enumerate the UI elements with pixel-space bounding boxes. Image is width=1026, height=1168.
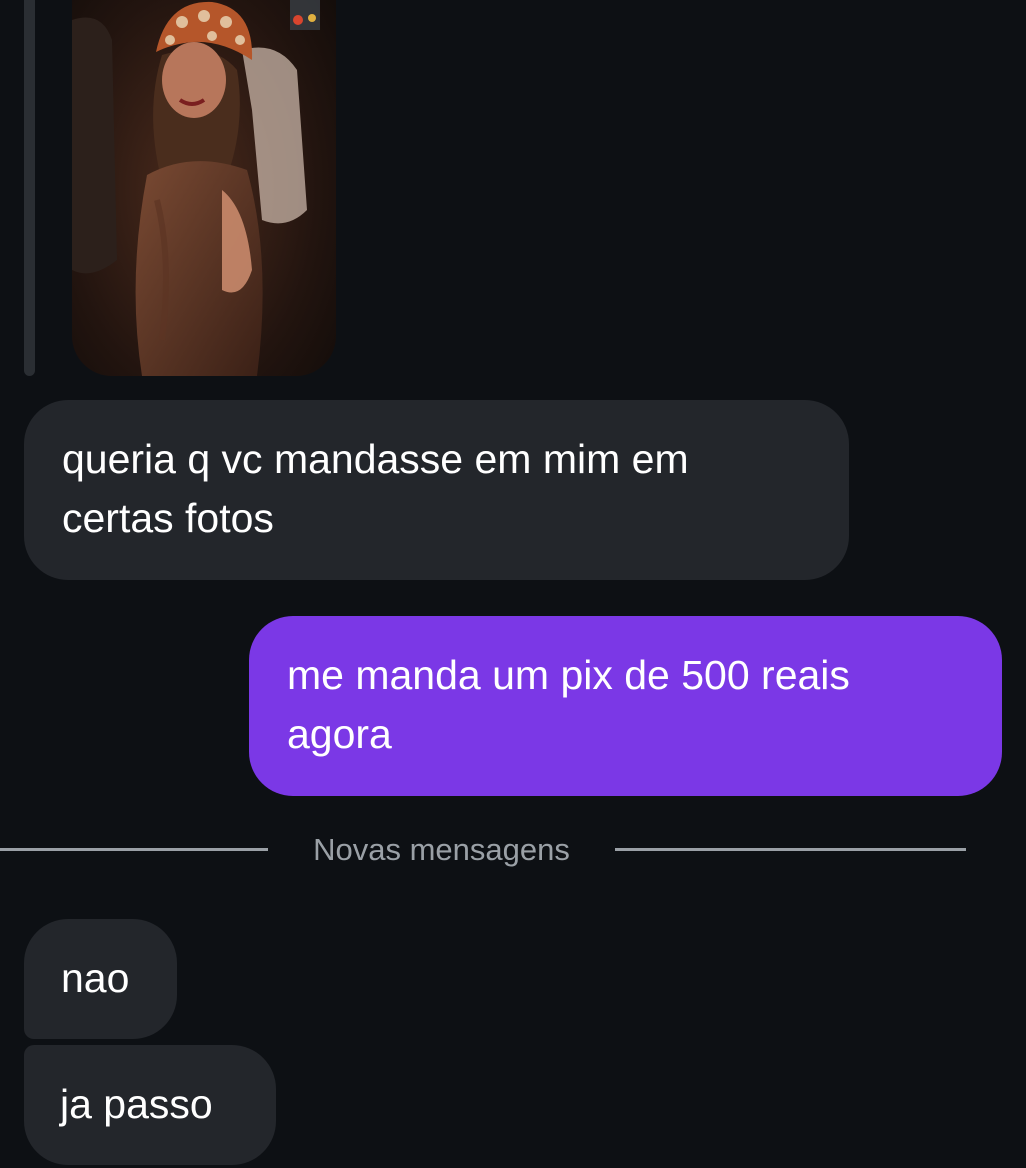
chat-thread: queria q vc mandasse em mim em certas fo… (0, 0, 1026, 1168)
new-messages-label: Novas mensagens (313, 832, 570, 867)
message-bubble-incoming[interactable]: ja passo (24, 1045, 276, 1165)
message-bubble-incoming[interactable]: nao (24, 919, 177, 1039)
reply-thread-bar (24, 0, 35, 376)
new-messages-divider: Novas mensagens (0, 830, 966, 870)
divider-line-left (0, 848, 268, 851)
divider-line-right (615, 848, 966, 851)
message-bubble-outgoing[interactable]: me manda um pix de 500 reais agora (249, 616, 1002, 796)
message-bubble-incoming[interactable]: queria q vc mandasse em mim em certas fo… (24, 400, 849, 580)
photo-attachment[interactable] (72, 0, 336, 376)
